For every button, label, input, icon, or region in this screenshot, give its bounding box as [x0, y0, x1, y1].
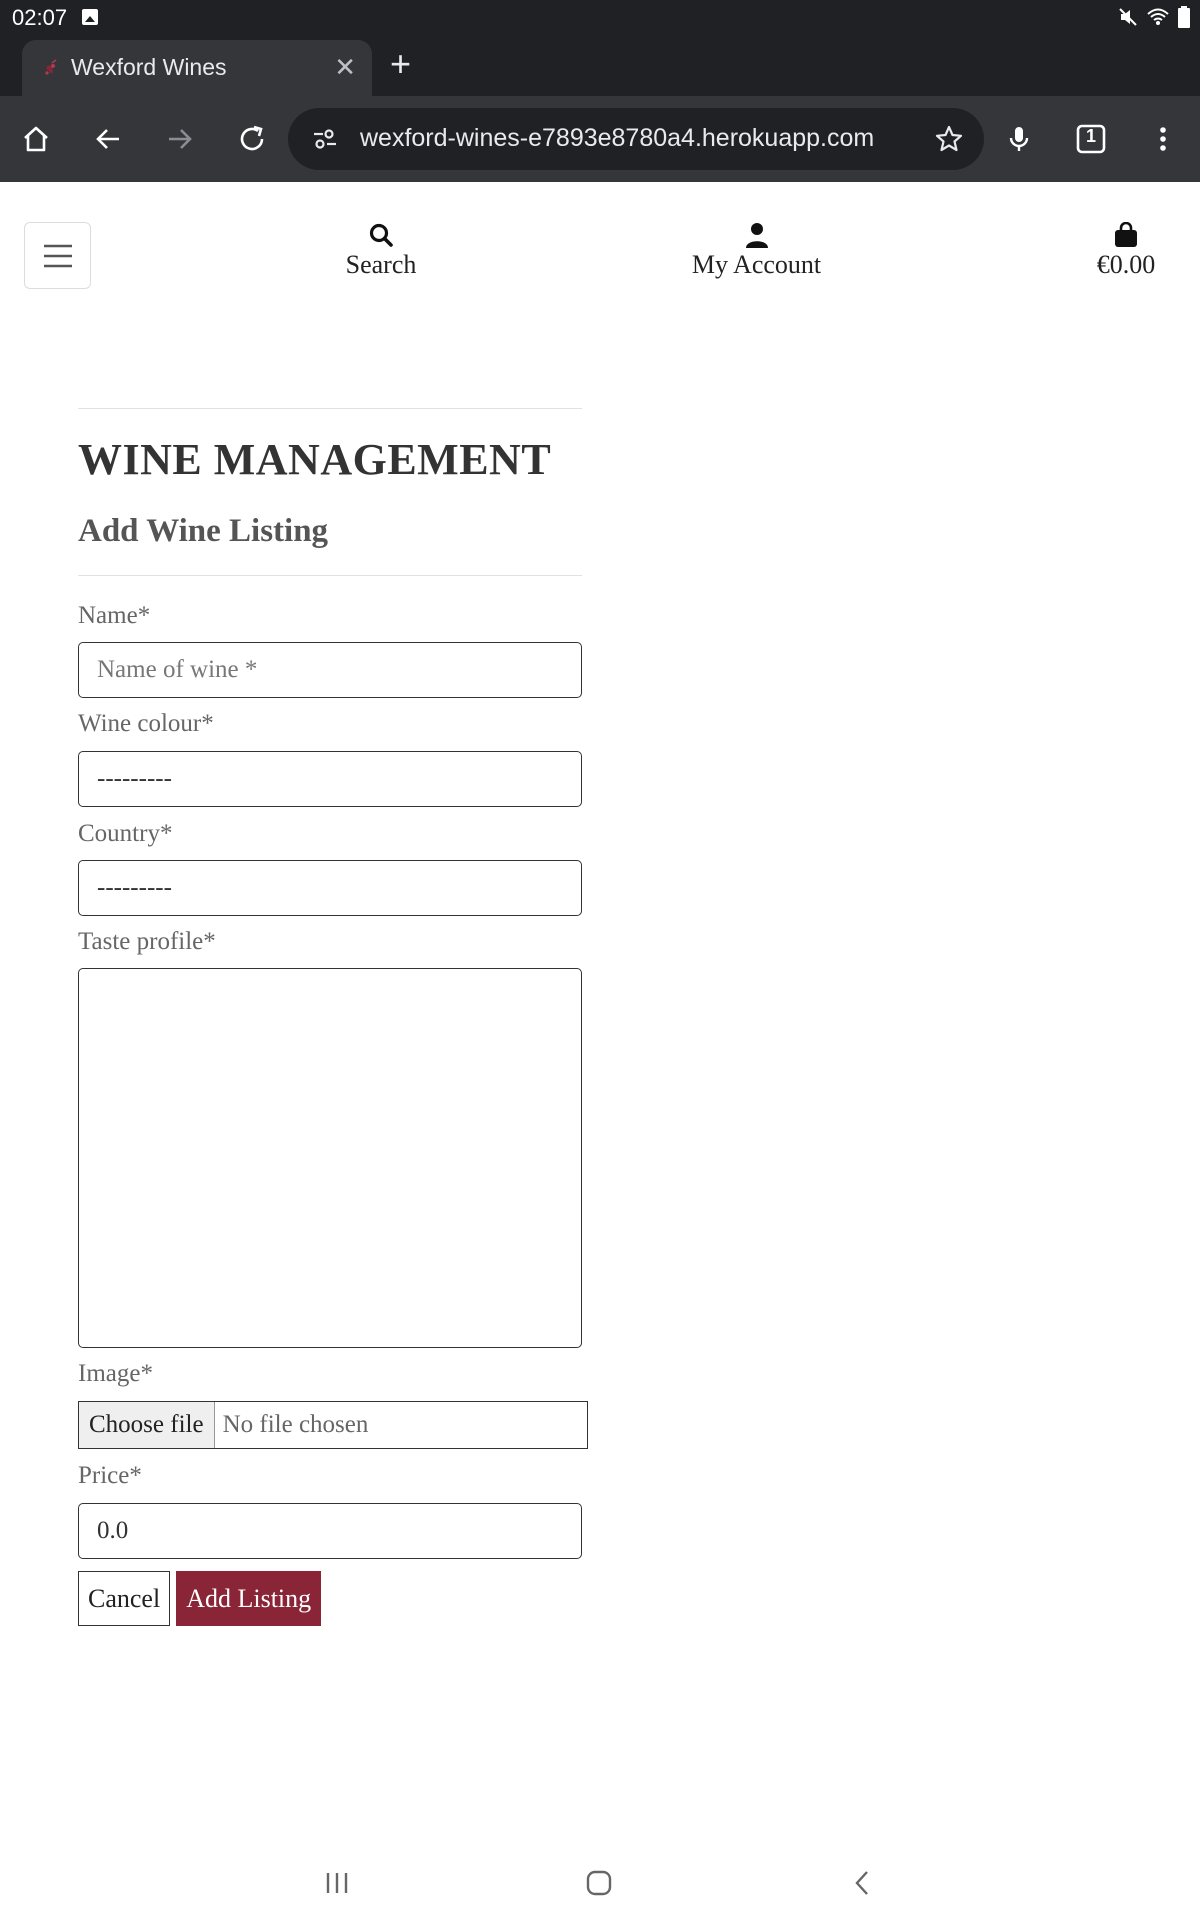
- close-icon[interactable]: ✕: [334, 54, 356, 80]
- reload-icon[interactable]: [231, 118, 273, 160]
- site-info-icon[interactable]: [310, 124, 340, 154]
- image-notification-icon: [82, 9, 98, 25]
- forward-arrow-icon[interactable]: [159, 118, 201, 160]
- price-value: 0.0: [97, 1517, 129, 1544]
- site-header: Search My Account €0.00: [0, 182, 1200, 322]
- menu-toggle-button[interactable]: [24, 222, 91, 289]
- home-pill-icon[interactable]: [584, 1868, 614, 1898]
- wine-colour-label: Wine colour*: [78, 710, 214, 737]
- hamburger-menu-icon: [43, 244, 72, 267]
- browser-toolbar: wexford-wines-e7893e8780a4.herokuapp.com…: [0, 96, 1200, 182]
- page-title: WINE MANAGEMENT: [78, 435, 552, 484]
- search-icon: [369, 223, 393, 247]
- system-nav-bar: [0, 1850, 1200, 1920]
- taste-profile-textarea[interactable]: [78, 968, 582, 1348]
- country-select[interactable]: ---------: [78, 860, 582, 916]
- divider: [78, 575, 582, 576]
- battery-icon: [1178, 6, 1190, 28]
- country-label: Country*: [78, 820, 173, 847]
- status-icons: [1118, 6, 1190, 28]
- back-arrow-icon[interactable]: [87, 118, 129, 160]
- image-label: Image*: [78, 1360, 153, 1387]
- tab-count: 1: [1085, 126, 1096, 146]
- wine-favicon-icon: [45, 59, 57, 75]
- form-actions: Cancel Add Listing: [78, 1571, 582, 1626]
- microphone-icon[interactable]: [998, 118, 1040, 160]
- nav-search-link[interactable]: Search: [340, 222, 422, 280]
- price-input[interactable]: 0.0: [78, 1503, 582, 1559]
- system-back-icon[interactable]: [848, 1868, 878, 1898]
- image-file-input[interactable]: Choose file No file chosen: [78, 1401, 588, 1449]
- tab-wexford-wines[interactable]: Wexford Wines ✕: [22, 40, 372, 96]
- nav-account-link[interactable]: My Account: [680, 222, 833, 280]
- price-label: Price*: [78, 1462, 142, 1489]
- name-label: Name*: [78, 602, 151, 629]
- file-status: No file chosen: [222, 1411, 369, 1438]
- name-input[interactable]: Name of wine *: [78, 642, 582, 698]
- wifi-icon: [1147, 8, 1169, 25]
- add-listing-button[interactable]: Add Listing: [176, 1571, 322, 1626]
- bookmark-star-icon[interactable]: [934, 124, 964, 154]
- divider: [78, 408, 582, 409]
- taste-profile-label: Taste profile*: [78, 928, 216, 955]
- tab-title: Wexford Wines: [71, 54, 227, 80]
- url-text[interactable]: wexford-wines-e7893e8780a4.herokuapp.com: [360, 124, 874, 153]
- cancel-button[interactable]: Cancel: [78, 1571, 171, 1626]
- page-subtitle: Add Wine Listing: [78, 513, 329, 549]
- wine-management-form: WINE MANAGEMENT Add Wine Listing Name* N…: [78, 408, 588, 1626]
- omnibox[interactable]: wexford-wines-e7893e8780a4.herokuapp.com: [288, 108, 984, 170]
- status-time: 02:07: [12, 5, 68, 30]
- choose-file-button[interactable]: Choose file: [79, 1402, 215, 1448]
- shopping-bag-icon: [1115, 222, 1137, 247]
- tab-strip: Wexford Wines ✕ +: [0, 36, 1200, 96]
- mute-icon: [1119, 8, 1137, 26]
- wine-colour-value: ---------: [97, 765, 172, 792]
- bag-total: €0.00: [1096, 250, 1156, 279]
- home-icon[interactable]: [15, 118, 57, 160]
- more-vert-icon[interactable]: [1142, 118, 1184, 160]
- nav-search-label: Search: [345, 250, 417, 279]
- user-icon: [745, 223, 768, 248]
- recent-apps-icon[interactable]: [322, 1868, 352, 1898]
- country-value: ---------: [97, 874, 172, 901]
- wine-colour-select[interactable]: ---------: [78, 751, 582, 807]
- plus-icon[interactable]: +: [390, 46, 411, 82]
- tab-switcher-icon[interactable]: 1: [1070, 118, 1112, 160]
- status-bar: 02:07: [0, 0, 1200, 36]
- name-placeholder: Name of wine *: [97, 656, 258, 683]
- nav-account-label: My Account: [691, 250, 822, 279]
- nav-bag-link[interactable]: €0.00: [1080, 222, 1172, 280]
